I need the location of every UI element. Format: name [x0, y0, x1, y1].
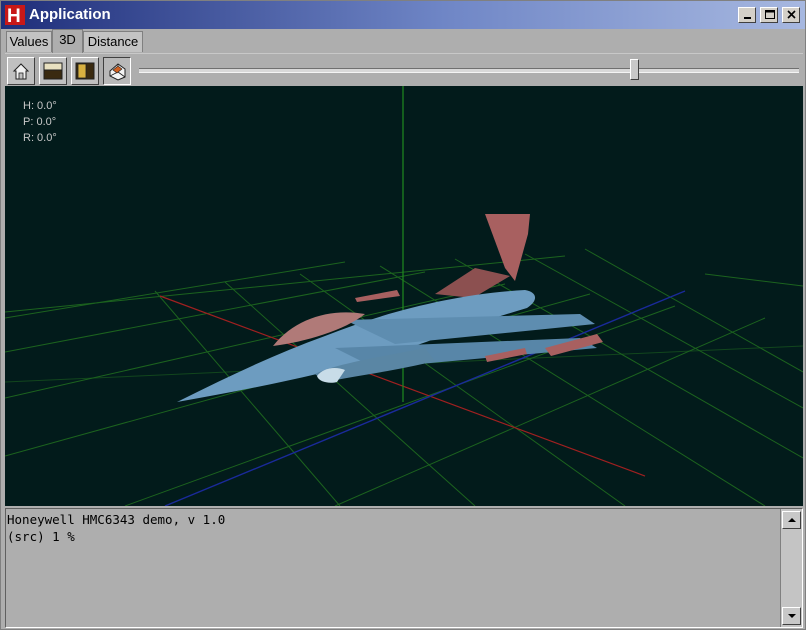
maximize-button[interactable]	[760, 7, 778, 23]
app-logo-icon: H	[5, 5, 25, 25]
title-bar[interactable]: H Application	[1, 1, 805, 29]
perspective-view-button[interactable]	[103, 57, 131, 85]
svg-text:H: H	[7, 6, 21, 25]
tab-distance[interactable]: Distance	[83, 31, 143, 52]
heading-readout: H: 0.0°	[23, 100, 57, 112]
minimize-button[interactable]	[738, 7, 756, 23]
console-panel[interactable]: Honeywell HMC6343 demo, v 1.0 (src) 1 %	[5, 508, 803, 628]
tab-bar: Values 3D Distance	[1, 29, 805, 53]
top-view-button[interactable]	[39, 57, 67, 85]
home-view-icon	[12, 63, 30, 80]
side-view-icon	[75, 62, 95, 80]
ground-grid	[5, 248, 803, 506]
tab-3d[interactable]: 3D	[52, 29, 83, 53]
top-view-icon	[43, 62, 63, 80]
scroll-up-button[interactable]	[782, 511, 801, 529]
window-title: Application	[29, 6, 111, 23]
roll-readout: R: 0.0°	[23, 132, 57, 144]
home-view-button[interactable]	[7, 57, 35, 85]
perspective-view-icon	[109, 63, 126, 81]
zoom-slider-thumb[interactable]	[630, 59, 639, 80]
side-view-button[interactable]	[71, 57, 99, 85]
minimize-icon	[744, 17, 751, 19]
scene-canvas	[5, 86, 803, 506]
console-scrollbar[interactable]	[780, 509, 802, 627]
pitch-readout: P: 0.0°	[23, 116, 57, 128]
application-window: H Application Values 3D Distance H: 0.0°…	[0, 0, 806, 630]
view-toolbar	[5, 53, 803, 86]
arrow-up-icon	[788, 518, 796, 522]
console-line: Honeywell HMC6343 demo, v 1.0	[7, 512, 226, 527]
zoom-slider-track[interactable]	[139, 68, 799, 73]
close-icon	[787, 10, 796, 19]
console-output[interactable]: Honeywell HMC6343 demo, v 1.0 (src) 1 %	[7, 511, 777, 545]
maximize-icon	[765, 10, 775, 19]
arrow-down-icon	[788, 614, 796, 618]
close-button[interactable]	[782, 7, 800, 23]
console-prompt: (src) 1 %	[7, 529, 75, 544]
tab-values[interactable]: Values	[6, 31, 52, 52]
scroll-down-button[interactable]	[782, 607, 801, 625]
3d-viewport[interactable]: H: 0.0° P: 0.0° R: 0.0°	[5, 86, 803, 506]
